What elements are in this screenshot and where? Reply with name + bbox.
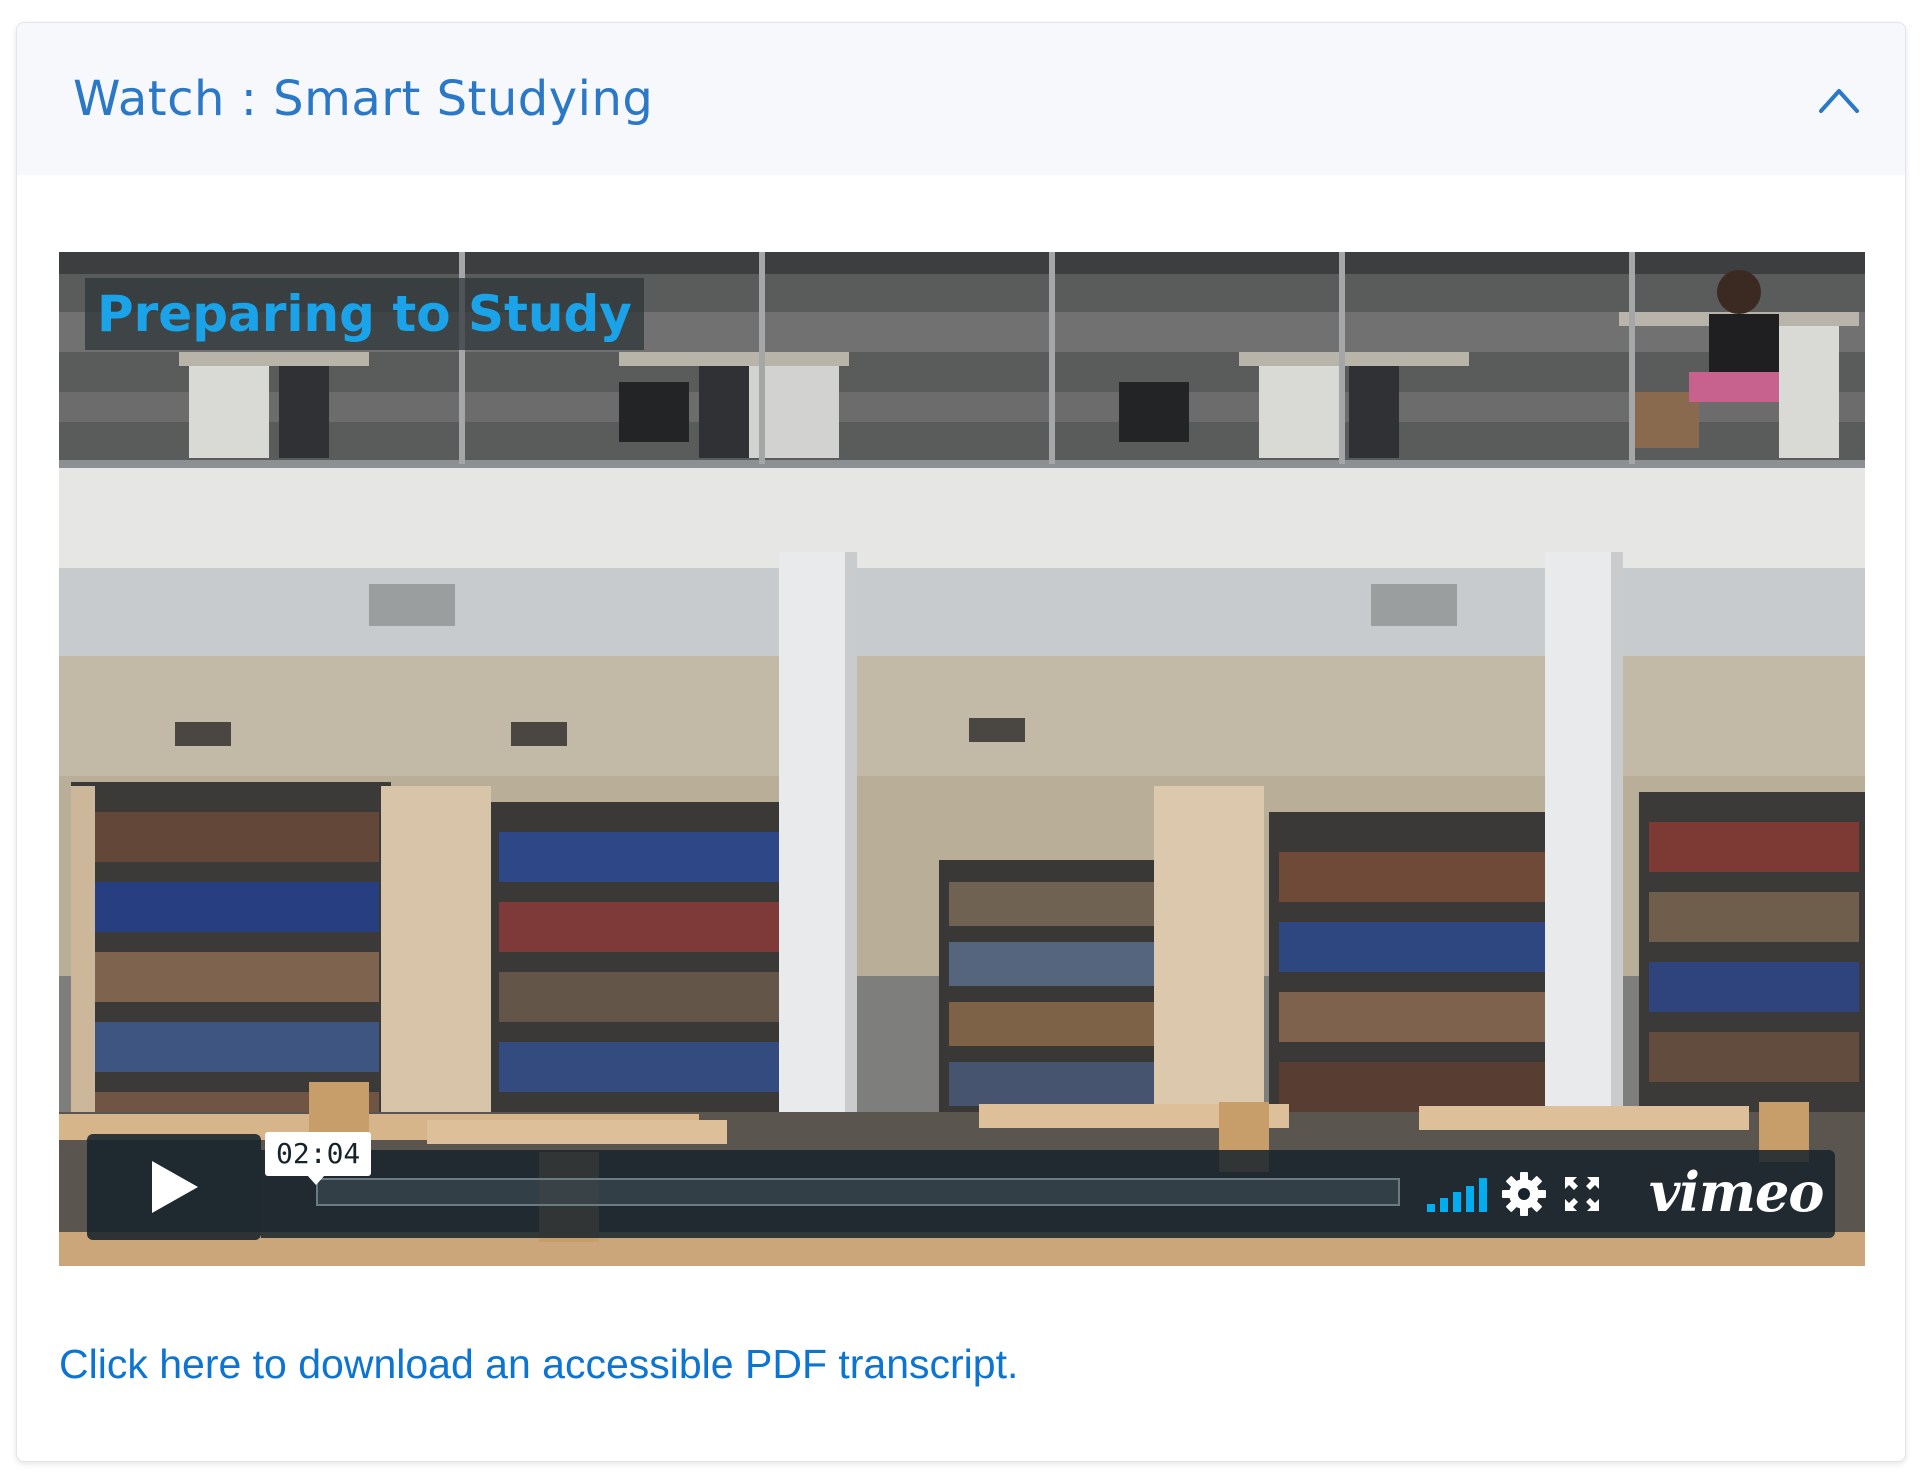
section-header[interactable]: Watch : Smart Studying bbox=[17, 23, 1905, 175]
play-button[interactable] bbox=[87, 1134, 261, 1240]
pdf-transcript-link[interactable]: Click here to download an accessible PDF… bbox=[59, 1341, 1018, 1388]
fullscreen-icon[interactable] bbox=[1563, 1175, 1601, 1213]
gear-icon[interactable] bbox=[1501, 1171, 1547, 1217]
video-controls-bar bbox=[261, 1150, 1835, 1238]
section-title: Watch : Smart Studying bbox=[73, 71, 654, 127]
volume-icon[interactable] bbox=[1425, 1174, 1491, 1214]
video-frame bbox=[59, 252, 1865, 1266]
video-player[interactable]: Preparing to Study 02:04 vimeo bbox=[59, 252, 1865, 1266]
play-icon bbox=[152, 1161, 198, 1213]
current-time-tooltip: 02:04 bbox=[265, 1132, 372, 1185]
progress-bar[interactable] bbox=[316, 1178, 1400, 1206]
vimeo-logo[interactable]: vimeo bbox=[1649, 1160, 1824, 1224]
chevron-up-icon[interactable] bbox=[1815, 77, 1863, 125]
video-section-card: Watch : Smart Studying Preparing to Stud… bbox=[16, 22, 1906, 1462]
video-caption: Preparing to Study bbox=[85, 278, 644, 350]
